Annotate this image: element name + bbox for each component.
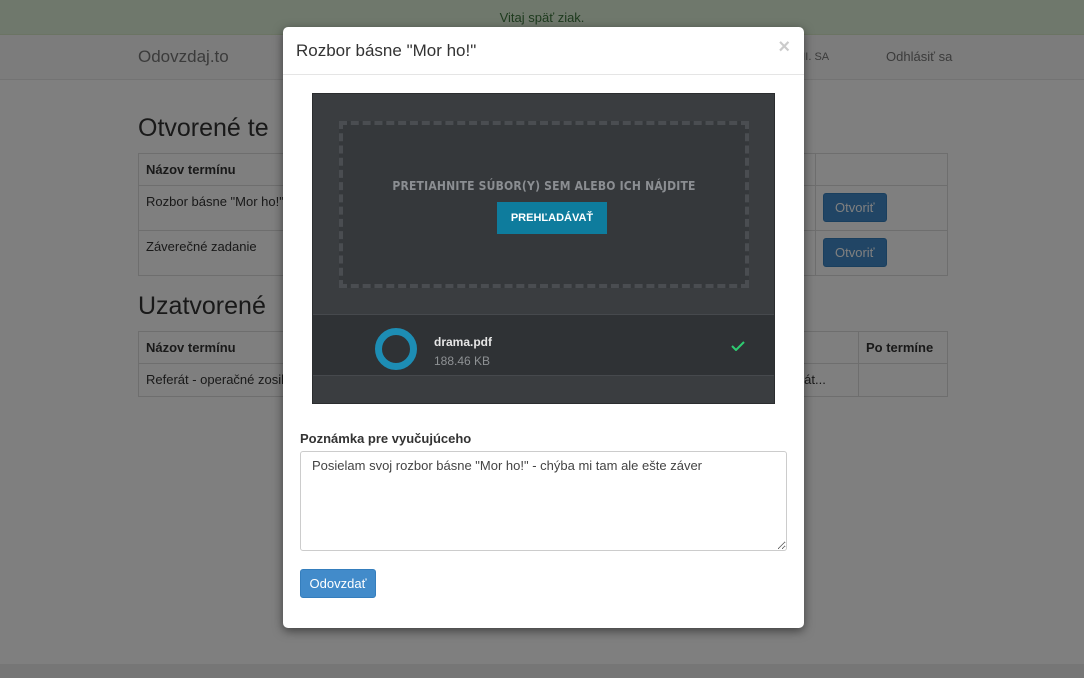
file-name: drama.pdf — [434, 335, 493, 349]
note-textarea[interactable]: Posielam svoj rozbor básne "Mor ho!" - c… — [300, 451, 787, 551]
close-icon[interactable]: × — [778, 37, 790, 57]
file-uploader: PRETIAHNITE SÚBOR(Y) SEM ALEBO ICH NÁJDI… — [312, 93, 775, 404]
checkmark-icon — [731, 341, 745, 351]
submit-button[interactable]: Odovzdať — [300, 569, 376, 598]
modal-header: Rozbor básne "Mor ho!" × — [283, 27, 804, 75]
drop-zone[interactable]: PRETIAHNITE SÚBOR(Y) SEM ALEBO ICH NÁJDI… — [339, 121, 749, 288]
file-size: 188.46 KB — [434, 354, 491, 368]
drop-zone-text: PRETIAHNITE SÚBOR(Y) SEM ALEBO ICH NÁJDI… — [392, 179, 696, 193]
upload-progress-ring-icon — [375, 328, 417, 370]
uploaded-file-row: drama.pdf 188.46 KB — [313, 314, 774, 376]
upload-modal: Rozbor básne "Mor ho!" × PRETIAHNITE SÚB… — [283, 27, 804, 628]
browse-button[interactable]: PREHĽADÁVAŤ — [497, 202, 607, 234]
modal-title: Rozbor básne "Mor ho!" — [296, 41, 477, 60]
note-label: Poznámka pre vyučujúceho — [300, 431, 472, 446]
